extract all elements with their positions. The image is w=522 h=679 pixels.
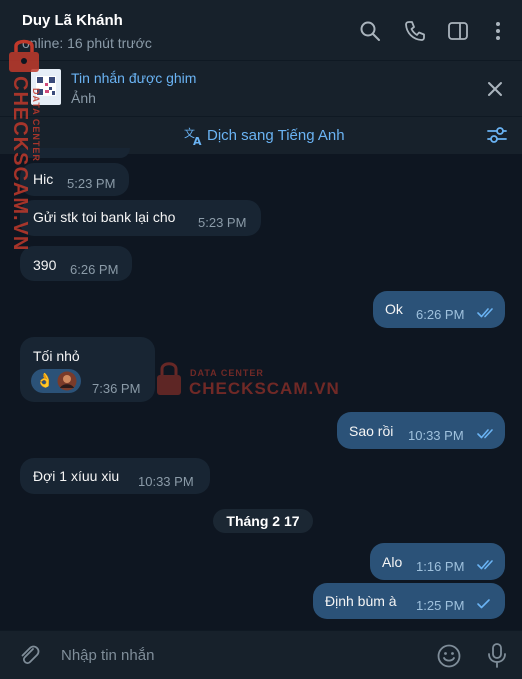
message-text: Hic (33, 171, 54, 187)
pinned-message-bar[interactable]: Tin nhắn được ghim Ảnh (0, 60, 522, 116)
message-outgoing[interactable]: Alo 1:16 PM (370, 543, 505, 580)
double-check-icon (477, 429, 493, 439)
message-incoming[interactable]: 390 6:26 PM (20, 246, 132, 281)
message-input[interactable]: Nhập tin nhắn (61, 647, 154, 664)
chat-title[interactable]: Duy Lã Khánh (22, 12, 123, 29)
message-composer: Nhập tin nhắn (0, 630, 522, 679)
message-bubble-partial (20, 148, 130, 158)
microphone-icon[interactable] (486, 642, 508, 670)
chat-status: online: 16 phút trước (22, 35, 152, 51)
date-separator: Tháng 2 17 (213, 509, 313, 533)
reactor-avatar (57, 371, 77, 391)
message-time: 6:26 PM (416, 307, 465, 322)
message-time: 10:33 PM (138, 474, 194, 489)
single-check-icon (477, 599, 490, 609)
message-time: 1:25 PM (416, 598, 465, 613)
message-text: Đợi 1 xíuu xiu (33, 468, 120, 484)
message-time: 1:16 PM (416, 559, 465, 574)
message-text: Ok (385, 301, 403, 317)
chat-header: Duy Lã Khánh online: 16 phút trước (0, 0, 522, 60)
reaction-pill[interactable]: 👌 (31, 369, 81, 393)
emoji-icon[interactable] (436, 643, 462, 669)
message-time: 10:33 PM (408, 428, 464, 443)
watermark-brand: CHECKSCAM.VN (189, 379, 340, 398)
message-incoming[interactable]: Hic 5:23 PM (20, 163, 129, 196)
message-text: Tối nhỏ (33, 348, 80, 364)
message-text: Alo (382, 554, 403, 570)
watermark-tag: DATA CENTER (190, 368, 264, 378)
message-text: Sao rồi (349, 423, 394, 439)
double-check-icon (477, 560, 493, 570)
search-icon[interactable] (359, 20, 381, 42)
reaction-emoji: 👌 (36, 372, 54, 388)
close-icon[interactable] (486, 80, 504, 98)
lock-icon (157, 362, 181, 395)
translate-settings-icon[interactable] (486, 125, 508, 145)
attach-icon[interactable] (17, 643, 41, 667)
message-time: 7:36 PM (92, 381, 141, 396)
pinned-subtitle: Ảnh (71, 90, 96, 106)
message-incoming[interactable]: Tối nhỏ 👌 7:36 PM (20, 337, 155, 402)
message-outgoing[interactable]: Sao rồi 10:33 PM (337, 412, 505, 449)
message-incoming[interactable]: Đợi 1 xíuu xiu 10:33 PM (20, 458, 210, 494)
message-incoming[interactable]: Gửi stk toi bank lại cho 5:23 PM (20, 200, 261, 236)
message-text: Định bùm à (325, 593, 397, 609)
watermark-center: DATA CENTER CHECKSCAM.VN (154, 358, 339, 400)
more-menu-icon[interactable] (487, 20, 509, 42)
message-time: 5:23 PM (198, 215, 247, 230)
translate-button[interactable]: Dịch sang Tiếng Anh (207, 127, 345, 144)
pinned-thumbnail (31, 69, 61, 105)
message-text: 390 (33, 257, 57, 273)
message-time: 5:23 PM (67, 176, 116, 191)
translate-icon: 文 A (184, 126, 202, 146)
message-text: Gửi stk toi bank lại cho (33, 209, 176, 225)
pinned-title: Tin nhắn được ghim (71, 70, 197, 86)
message-outgoing[interactable]: Định bùm à 1:25 PM (313, 583, 505, 619)
sidebar-toggle-icon[interactable] (447, 20, 469, 42)
message-time: 6:26 PM (70, 262, 119, 277)
message-outgoing[interactable]: Ok 6:26 PM (373, 291, 505, 328)
phone-icon[interactable] (404, 20, 426, 42)
svg-text:A: A (193, 135, 202, 146)
double-check-icon (477, 308, 493, 318)
